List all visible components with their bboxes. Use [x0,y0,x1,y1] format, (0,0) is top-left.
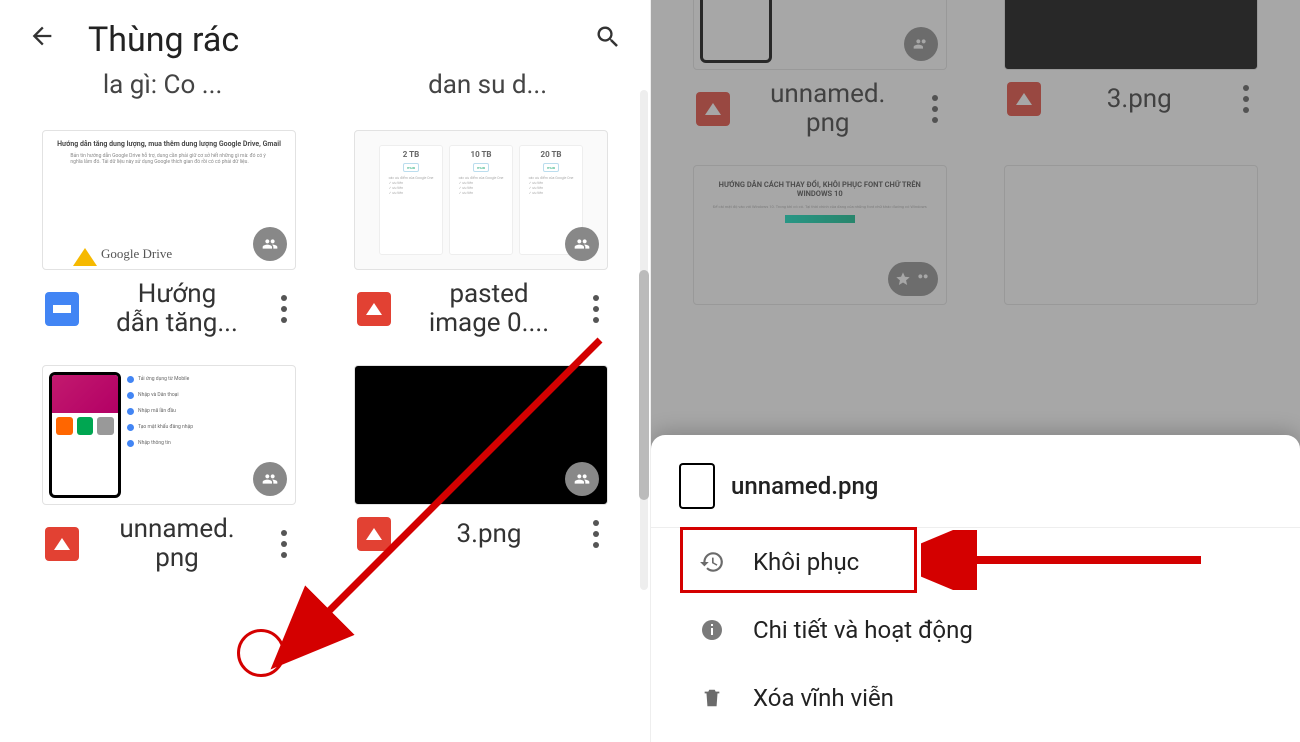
cutoff-label: la gì: Co ... [103,70,222,110]
header: Thùng rác [0,0,650,80]
cutoff-label: dan su d... [428,70,547,110]
file-name: Hướng dẫn tăng... [85,280,269,337]
file-item[interactable]: Hướng dẫn tăng dung lượng, mua thêm dung… [30,130,308,337]
shared-icon [565,227,599,261]
more-options-icon[interactable] [269,290,299,328]
image-icon [357,292,391,326]
file-thumbnail: Tải ứng dụng từ Mobile Nhập và Dân thoại… [42,365,296,505]
shared-icon [253,227,287,261]
file-grid: Hướng dẫn tăng dung lượng, mua thêm dung… [0,110,650,572]
docs-icon [45,292,79,326]
annotation-circle [237,629,285,677]
image-icon [357,517,391,551]
details-label: Chi tiết và hoạt động [753,616,973,644]
delete-forever-option[interactable]: Xóa vĩnh viễn [651,664,1300,732]
restore-label: Khôi phục [753,548,859,576]
file-item[interactable]: Tải ứng dụng từ Mobile Nhập và Dân thoại… [30,365,308,572]
file-name: unnamed. png [85,515,269,572]
shared-icon [253,462,287,496]
file-item[interactable]: 2 TBmuacác ưu điểm của Google One✓ ưu ti… [342,130,620,337]
file-item[interactable]: 3.png [342,365,620,572]
trash-screen: Thùng rác la gì: Co ... dan su d... Hướn… [0,0,650,742]
details-option[interactable]: Chi tiết và hoạt động [651,596,1300,664]
cutoff-labels-row: la gì: Co ... dan su d... [0,70,650,110]
bottom-sheet-screen: Tải ứng dụng Nhập và Dân thoại Nhập mã l… [650,0,1300,742]
scrollbar-thumb[interactable] [639,270,649,500]
more-options-icon[interactable] [269,525,299,563]
file-thumbnail: Hướng dẫn tăng dung lượng, mua thêm dung… [42,130,296,270]
sheet-thumbnail-icon [679,463,715,509]
file-name: pasted image 0.... [397,280,581,337]
restore-icon [699,549,725,575]
file-name: 3.png [397,520,581,549]
file-thumbnail: 2 TBmuacác ưu điểm của Google One✓ ưu ti… [354,130,608,270]
restore-option[interactable]: Khôi phục [651,528,1300,596]
delete-label: Xóa vĩnh viễn [753,684,894,712]
shared-icon [565,462,599,496]
search-icon[interactable] [586,15,630,66]
page-title: Thùng rác [88,20,239,60]
file-thumbnail [354,365,608,505]
more-options-icon[interactable] [581,290,611,328]
info-icon [699,617,725,643]
bottom-sheet: unnamed.png Khôi phục Chi tiết và hoạt đ… [651,435,1300,742]
back-arrow-icon[interactable] [20,14,64,66]
sheet-header: unnamed.png [651,455,1300,528]
image-icon [45,527,79,561]
more-options-icon[interactable] [581,515,611,553]
trash-icon [699,685,725,711]
sheet-filename: unnamed.png [731,472,878,500]
